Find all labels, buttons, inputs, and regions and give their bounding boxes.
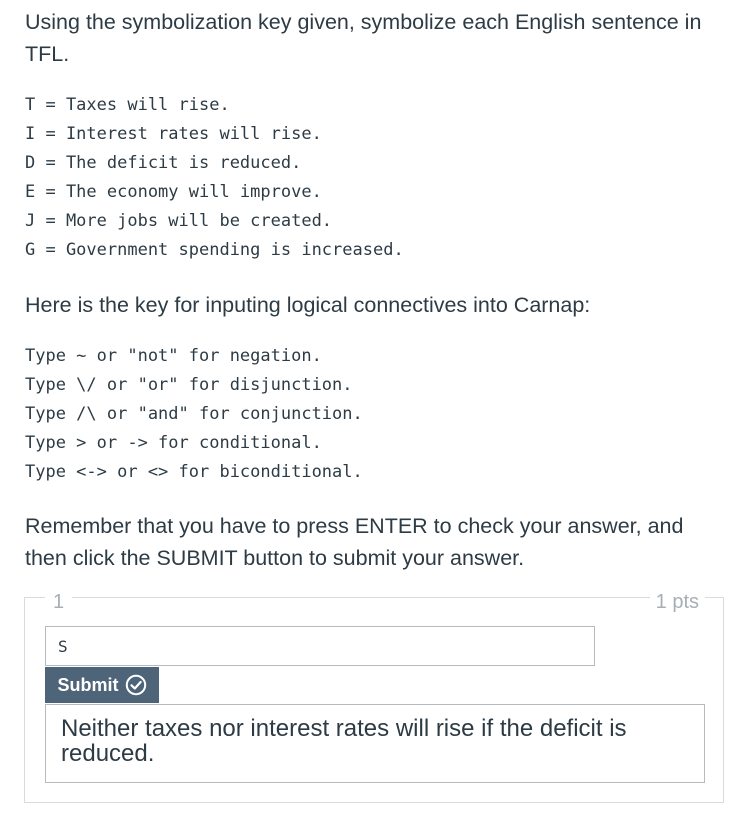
reminder-text: Remember that you have to press ENTER to… [25,514,684,570]
question-number: 1 [45,588,73,616]
question-points: 1 pts [649,588,705,616]
key-line: T = Taxes will rise. [25,95,230,115]
key-line: D = The deficit is reduced. [25,153,302,173]
check-circle-icon [125,674,147,696]
connective-line: Type /\ or "and" for conjunction. [25,404,363,424]
key-line: E = The economy will improve. [25,182,322,202]
question-card: 1 1 pts Submit Neither taxes nor interes… [24,588,724,803]
answer-input[interactable] [45,626,595,666]
submit-label: Submit [57,674,119,695]
connectives-key-list: Type ~ or "not" for negation. Type \/ or… [25,342,363,487]
connective-line: Type > or -> for conditional. [25,433,322,453]
question-prompt: Neither taxes nor interest rates will ri… [45,704,705,783]
symbolization-key-list: T = Taxes will rise. I = Interest rates … [25,91,404,265]
key-line: G = Government spending is increased. [25,240,404,260]
connectives-intro-text: Here is the key for inputing logical con… [25,293,591,317]
instructions-text: Using the symbolization key given, symbo… [25,10,702,66]
connective-line: Type <-> or <> for biconditional. [25,462,363,482]
connective-line: Type \/ or "or" for disjunction. [25,375,353,395]
key-line: I = Interest rates will rise. [25,124,322,144]
connective-line: Type ~ or "not" for negation. [25,346,322,366]
key-line: J = More jobs will be created. [25,211,333,231]
submit-button[interactable]: Submit [45,667,159,703]
